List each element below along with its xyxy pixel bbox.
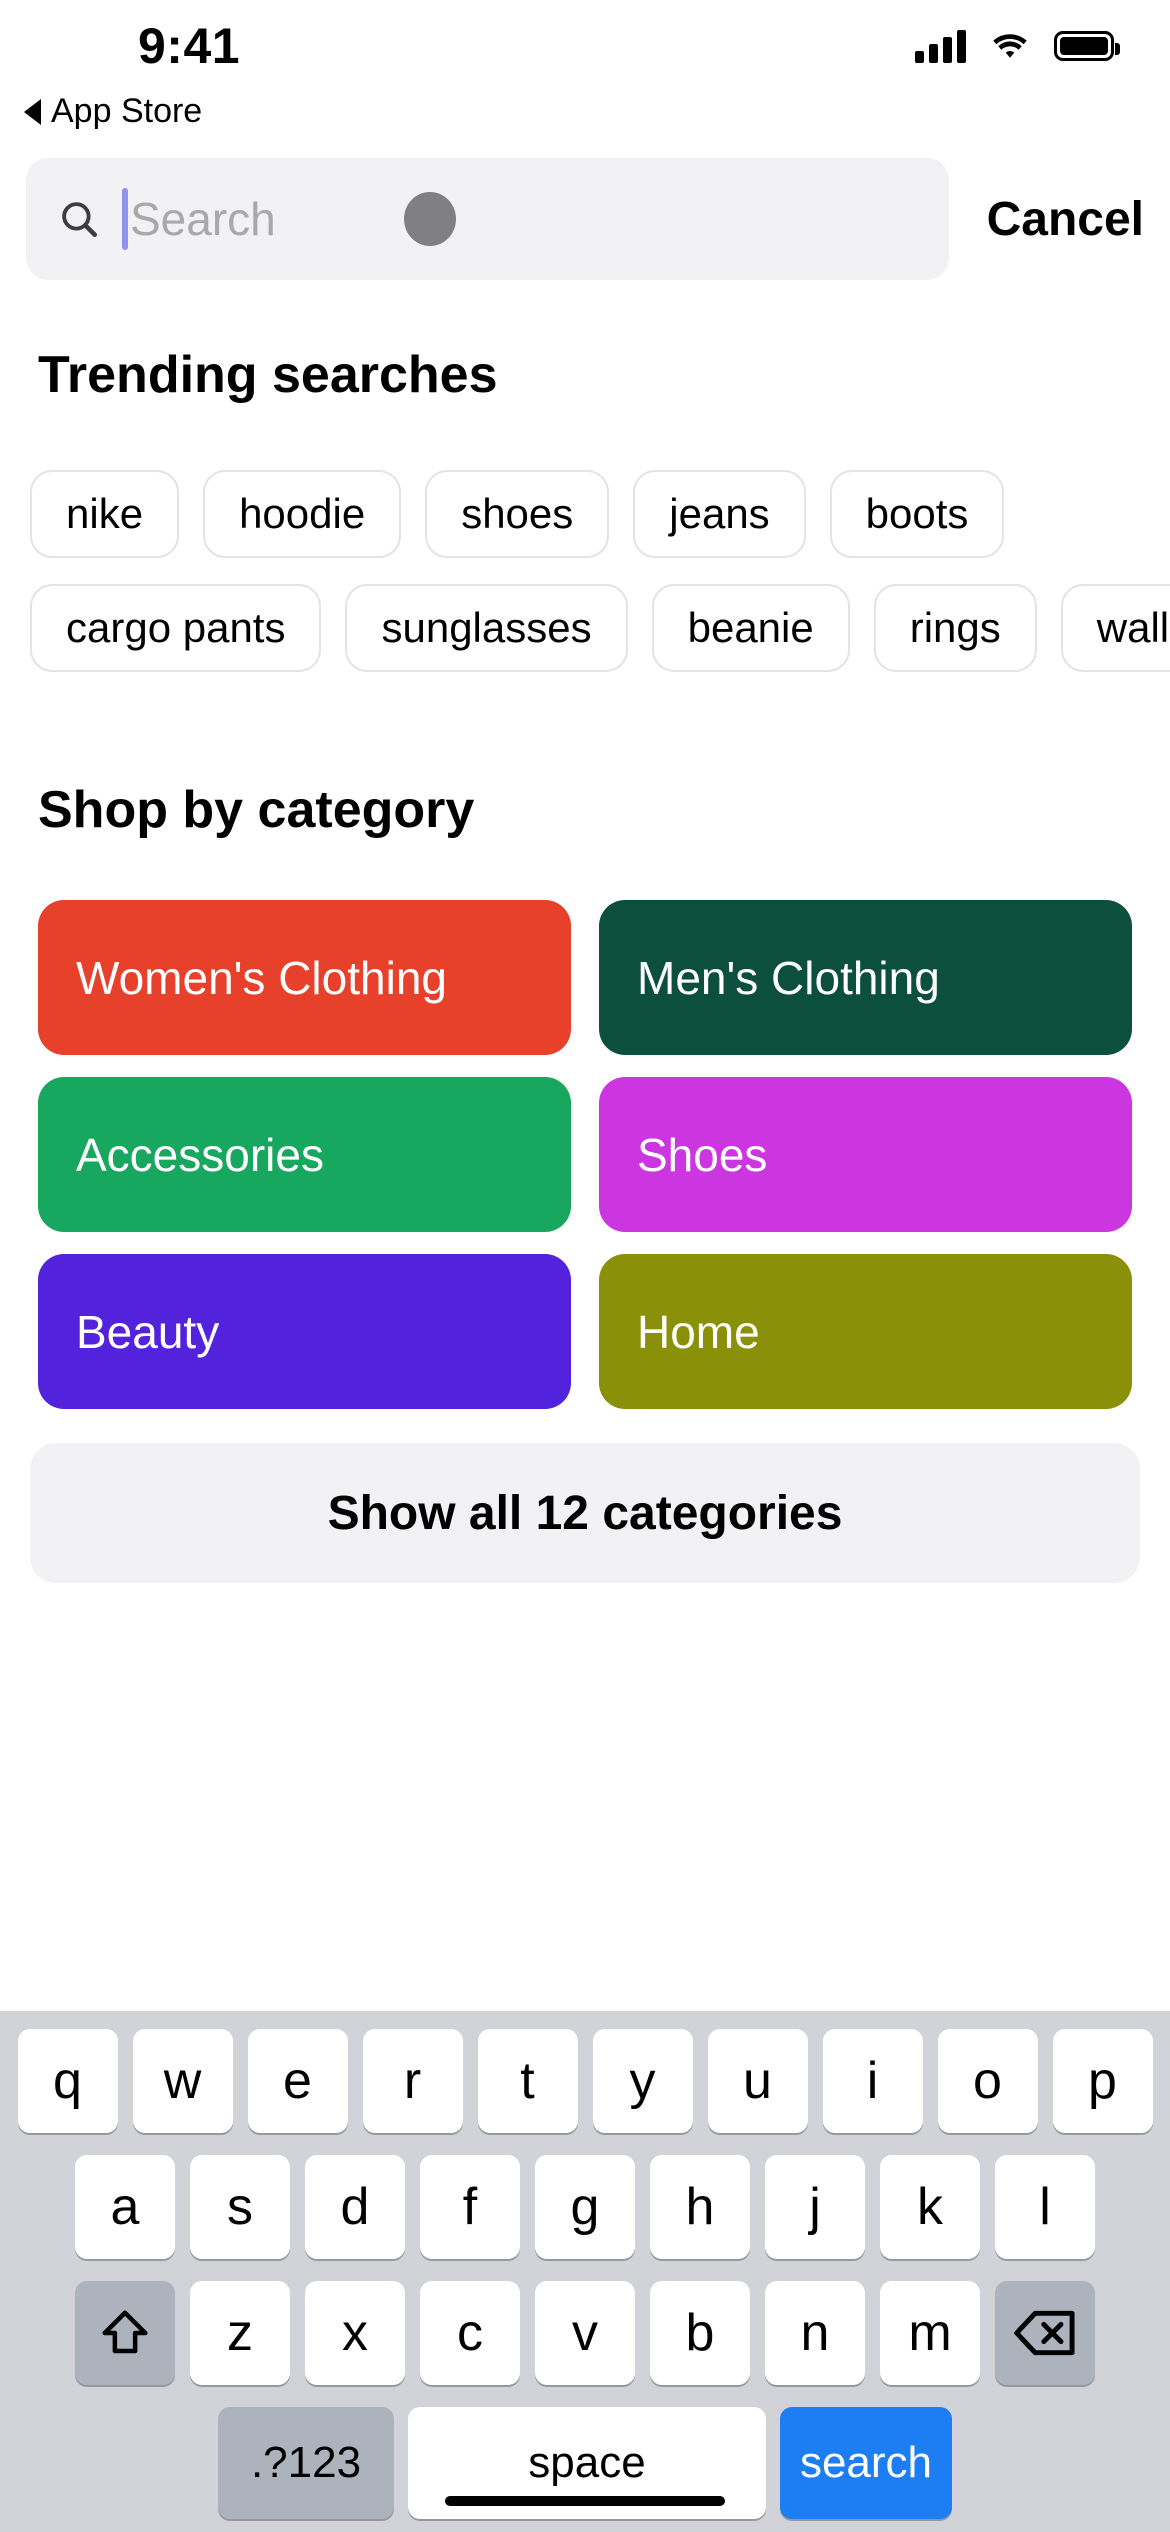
trending-chip[interactable]: sunglasses bbox=[345, 584, 628, 672]
trending-chip[interactable]: shoes bbox=[425, 470, 610, 558]
key-v[interactable]: v bbox=[535, 2281, 635, 2385]
trending-chip[interactable]: cargo pants bbox=[30, 584, 322, 672]
key-t[interactable]: t bbox=[477, 2029, 578, 2133]
shift-arrow-icon bbox=[102, 2310, 148, 2354]
search-input[interactable]: Search bbox=[26, 158, 949, 280]
back-to-app-store-link[interactable]: App Store bbox=[24, 92, 202, 131]
key-k[interactable]: k bbox=[880, 2155, 980, 2259]
category-tile[interactable]: Women's Clothing bbox=[38, 900, 571, 1055]
back-link-label: App Store bbox=[51, 92, 203, 130]
search-key[interactable]: search bbox=[780, 2407, 952, 2519]
category-tile[interactable]: Accessories bbox=[38, 1077, 571, 1232]
key-c[interactable]: c bbox=[420, 2281, 520, 2385]
numbers-key[interactable]: .?123 bbox=[218, 2407, 394, 2519]
show-all-categories-button[interactable]: Show all 12 categories bbox=[30, 1443, 1140, 1583]
text-caret bbox=[122, 188, 128, 250]
key-g[interactable]: g bbox=[535, 2155, 635, 2259]
key-i[interactable]: i bbox=[822, 2029, 923, 2133]
key-m[interactable]: m bbox=[880, 2281, 980, 2385]
category-tile[interactable]: Home bbox=[599, 1254, 1132, 1409]
on-screen-keyboard: qwertyuiop asdfghjkl zxcvbnm .?123 s p a c e… bbox=[0, 2011, 1170, 2532]
key-r[interactable]: r bbox=[362, 2029, 463, 2133]
key-e[interactable]: e bbox=[247, 2029, 348, 2133]
category-grid: Women's Clothing Men's Clothing Accessor… bbox=[38, 900, 1132, 1409]
touch-cursor-indicator bbox=[404, 192, 456, 246]
search-placeholder: Search bbox=[130, 193, 276, 245]
backspace-key[interactable] bbox=[995, 2281, 1095, 2385]
status-icons bbox=[915, 29, 1120, 63]
keyboard-row-3: zxcvbnm bbox=[0, 2281, 1170, 2385]
key-o[interactable]: o bbox=[937, 2029, 1038, 2133]
category-tile[interactable]: Beauty bbox=[38, 1254, 571, 1409]
key-w[interactable]: w bbox=[132, 2029, 233, 2133]
key-l[interactable]: l bbox=[995, 2155, 1095, 2259]
status-time: 9:41 bbox=[138, 18, 241, 74]
key-b[interactable]: b bbox=[650, 2281, 750, 2385]
trending-chip[interactable]: boots bbox=[829, 470, 1005, 558]
battery-full-icon bbox=[1054, 31, 1120, 61]
home-indicator bbox=[445, 2496, 725, 2506]
key-a[interactable]: a bbox=[75, 2155, 175, 2259]
key-q[interactable]: q bbox=[17, 2029, 118, 2133]
key-f[interactable]: f bbox=[420, 2155, 520, 2259]
key-y[interactable]: y bbox=[592, 2029, 693, 2133]
search-icon bbox=[62, 202, 98, 238]
category-tile[interactable]: Shoes bbox=[599, 1077, 1132, 1232]
key-n[interactable]: n bbox=[765, 2281, 865, 2385]
key-p[interactable]: p bbox=[1052, 2029, 1153, 2133]
category-tile[interactable]: Men's Clothing bbox=[599, 900, 1132, 1055]
key-x[interactable]: x bbox=[305, 2281, 405, 2385]
cancel-button[interactable]: Cancel bbox=[987, 192, 1144, 247]
trending-chip-row-1: nike hoodie shoes jeans boots bbox=[0, 470, 1170, 558]
back-triangle-icon bbox=[24, 98, 41, 125]
trending-chip-row-2: cargo pants sunglasses beanie rings wall… bbox=[0, 584, 1170, 672]
key-u[interactable]: u bbox=[707, 2029, 808, 2133]
status-bar: 9:41 bbox=[0, 0, 1170, 92]
trending-chip[interactable]: nike bbox=[30, 470, 180, 558]
keyboard-row-2: asdfghjkl bbox=[0, 2155, 1170, 2259]
trending-chip[interactable]: wallets bbox=[1060, 584, 1170, 672]
backspace-icon bbox=[1014, 2310, 1075, 2356]
shift-key[interactable] bbox=[75, 2281, 175, 2385]
key-s[interactable]: s bbox=[190, 2155, 290, 2259]
trending-searches-title: Trending searches bbox=[38, 346, 498, 404]
trending-chip[interactable]: jeans bbox=[633, 470, 806, 558]
search-bar: Search Cancel bbox=[0, 158, 1170, 280]
phone-screen: 9:41 App Store Search Cancel Trending se… bbox=[0, 0, 1170, 2532]
shop-by-category-title: Shop by category bbox=[38, 781, 475, 839]
key-z[interactable]: z bbox=[190, 2281, 290, 2385]
trending-chip[interactable]: hoodie bbox=[203, 470, 402, 558]
key-d[interactable]: d bbox=[305, 2155, 405, 2259]
signal-bars-icon bbox=[915, 29, 966, 63]
key-h[interactable]: h bbox=[650, 2155, 750, 2259]
key-j[interactable]: j bbox=[765, 2155, 865, 2259]
keyboard-row-1: qwertyuiop bbox=[0, 2029, 1170, 2133]
trending-chips: nike hoodie shoes jeans boots cargo pant… bbox=[0, 470, 1170, 698]
trending-chip[interactable]: beanie bbox=[651, 584, 850, 672]
wifi-icon bbox=[993, 34, 1027, 58]
trending-chip[interactable]: rings bbox=[873, 584, 1037, 672]
keyboard-letters-3: zxcvbnm bbox=[190, 2281, 980, 2385]
